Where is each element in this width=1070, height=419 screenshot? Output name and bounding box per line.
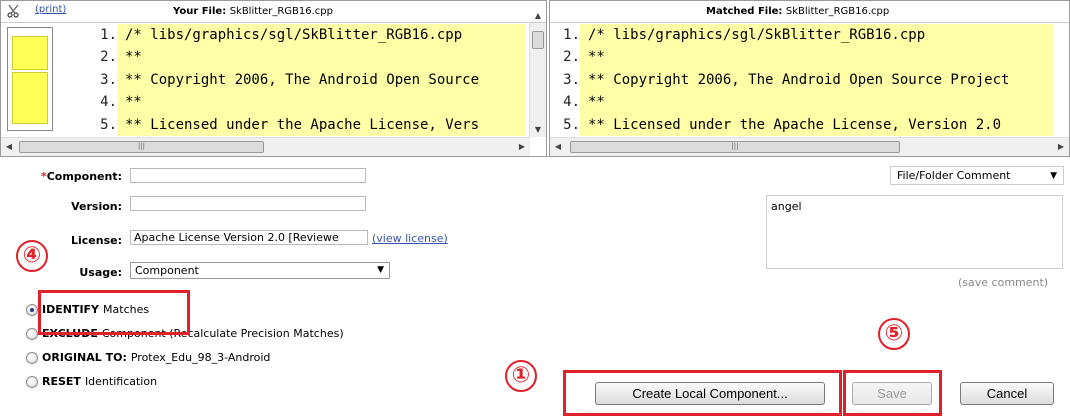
save-comment-link[interactable]: (save comment) — [958, 276, 1048, 289]
print-link[interactable]: (print) — [35, 4, 66, 15]
code-line: 2. ** — [71, 46, 525, 69]
annotation-marker-1: ① — [505, 360, 537, 392]
reset-option-desc: Identification — [84, 375, 158, 388]
component-input[interactable] — [130, 168, 366, 183]
matched-file-name: SkBlitter_RGB16.cpp — [785, 6, 890, 17]
cancel-button[interactable]: Cancel — [960, 382, 1054, 405]
annotation-box-save — [843, 370, 942, 416]
scroll-up-icon[interactable]: ▲ — [530, 9, 546, 23]
reset-radio[interactable] — [26, 375, 38, 388]
annotation-marker-4: ④ — [16, 240, 48, 272]
code-line: 5. ** Licensed under the Apache License, … — [71, 113, 525, 136]
code-line: 1./* libs/graphics/sgl/SkBlitter_RGB16.c… — [554, 24, 1054, 47]
usage-select-value: Component — [135, 264, 199, 277]
code-line: 4. ** — [71, 91, 525, 114]
code-line: 5. ** Licensed under the Apache License, … — [554, 113, 1054, 136]
your-file-horizontal-scrollbar[interactable]: ◀ ||| ▶ — [1, 137, 530, 156]
annotation-box-create-local — [563, 370, 842, 416]
scroll-thumb[interactable]: ||| — [570, 141, 900, 153]
reset-option-label: RESET — [42, 375, 81, 388]
scroll-left-icon[interactable]: ◀ — [1, 138, 17, 156]
original-to-option-label: ORIGINAL TO: — [42, 351, 127, 364]
version-input[interactable] — [130, 196, 366, 211]
matched-file-horizontal-scrollbar[interactable]: ◀ ||| ▶ — [550, 137, 1069, 156]
scroll-thumb[interactable] — [532, 31, 544, 49]
scroll-thumb[interactable]: ||| — [19, 141, 264, 153]
annotation-marker-5: ⑤ — [878, 318, 910, 350]
matched-file-header: Matched File: SkBlitter_RGB16.cpp — [550, 1, 1069, 23]
your-file-title: Your File: SkBlitter_RGB16.cpp — [173, 6, 333, 17]
code-line: 3. ** Copyright 2006, The Android Open So… — [71, 68, 525, 92]
your-file-header: (print) Your File: SkBlitter_RGB16.cpp — [1, 1, 546, 23]
match-overview-map[interactable] — [7, 27, 53, 131]
matched-file-title: Matched File: SkBlitter_RGB16.cpp — [706, 6, 889, 17]
code-line: 2. ** — [554, 46, 1054, 69]
code-line: 4. ** — [554, 91, 1054, 114]
your-file-name: SkBlitter_RGB16.cpp — [229, 6, 334, 17]
overview-match-block — [12, 72, 48, 124]
overview-match-block — [12, 36, 48, 70]
usage-label: Usage: — [79, 266, 122, 279]
file-compare-panel: (print) Your File: SkBlitter_RGB16.cpp 1… — [0, 0, 1070, 157]
scroll-down-icon[interactable]: ▼ — [530, 123, 546, 137]
matched-file-code: 1./* libs/graphics/sgl/SkBlitter_RGB16.c… — [554, 24, 1054, 136]
your-file-pane: (print) Your File: SkBlitter_RGB16.cpp 1… — [0, 0, 547, 157]
original-to-option-desc: Protex_Edu_98_3-Android — [130, 351, 271, 364]
comment-type-value: File/Folder Comment — [897, 169, 1011, 182]
license-input[interactable]: Apache License Version 2.0 [Reviewe — [130, 230, 368, 245]
exclude-radio[interactable] — [26, 327, 38, 340]
scroll-left-icon[interactable]: ◀ — [550, 138, 566, 156]
view-license-link[interactable]: (view license) — [372, 232, 448, 245]
matched-file-title-prefix: Matched File: — [706, 6, 783, 17]
scissors-icon[interactable] — [7, 4, 21, 18]
scroll-right-icon[interactable]: ▶ — [1053, 138, 1069, 156]
your-file-title-prefix: Your File: — [173, 6, 227, 17]
chevron-down-icon: ▼ — [1050, 171, 1057, 181]
original-to-option[interactable]: ORIGINAL TO: Protex_Edu_98_3-Android — [26, 351, 270, 364]
comment-type-select[interactable]: File/Folder Comment ▼ — [890, 166, 1064, 185]
code-line: 1./* libs/graphics/sgl/SkBlitter_RGB16.c… — [71, 24, 525, 47]
original-to-radio[interactable] — [26, 351, 38, 364]
matched-file-pane: Matched File: SkBlitter_RGB16.cpp 1./* l… — [549, 0, 1070, 157]
scroll-right-icon[interactable]: ▶ — [514, 138, 530, 156]
your-file-vertical-scrollbar[interactable]: ▲ ▼ — [529, 11, 546, 137]
annotation-box-identify — [38, 290, 190, 335]
identify-radio[interactable] — [26, 303, 38, 316]
your-file-code: 1./* libs/graphics/sgl/SkBlitter_RGB16.c… — [71, 24, 525, 136]
code-line: 3. ** Copyright 2006, The Android Open So… — [554, 68, 1054, 92]
component-label: *Component: — [40, 170, 122, 183]
reset-option[interactable]: RESET Identification — [26, 375, 157, 388]
chevron-down-icon: ▼ — [377, 265, 384, 275]
usage-select[interactable]: Component ▼ — [130, 262, 390, 279]
comment-textarea[interactable]: angel — [766, 195, 1063, 269]
version-label: Version: — [71, 200, 122, 213]
